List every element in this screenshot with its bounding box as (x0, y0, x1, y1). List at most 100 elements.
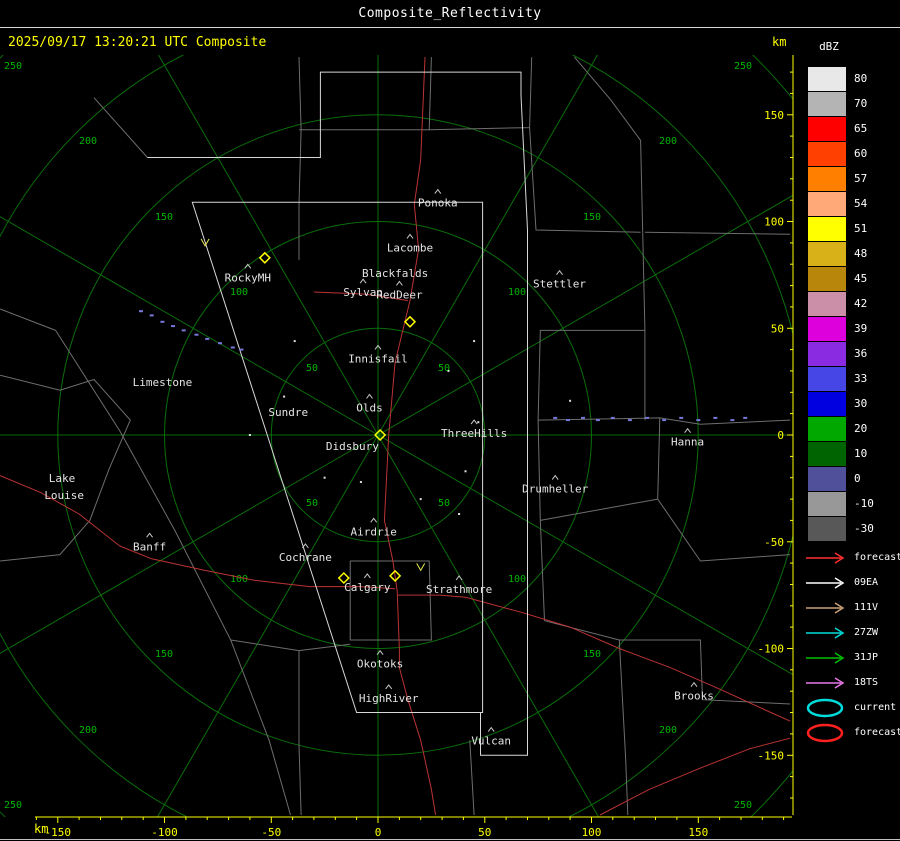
colorbar-row: 20 (808, 416, 874, 441)
county-boundary (230, 639, 351, 652)
range-ring-label: 100 (508, 287, 526, 298)
town-marker (434, 188, 442, 194)
axis-tick-label: -100 (758, 643, 785, 656)
colorbar-value-label: 51 (854, 222, 868, 235)
colorbar-swatch (808, 216, 846, 241)
legend-label: current (854, 702, 897, 713)
range-ring-label: 50 (438, 498, 450, 509)
colorbar-swatch (808, 241, 846, 266)
legend-item: 09EA (804, 570, 900, 595)
county-boundary (349, 560, 432, 641)
clutter-speck (283, 395, 286, 398)
legend-item: 111V (804, 595, 900, 620)
colorbar-row: 33 (808, 366, 874, 391)
city-label: Stettler (533, 278, 586, 291)
colorbar-row: 42 (808, 291, 874, 316)
precip-echo (160, 320, 165, 323)
colorbar-swatch (808, 491, 846, 516)
colorbar-swatch (808, 266, 846, 291)
axis-tick-label: -150 (758, 749, 785, 762)
colorbar-value-label: 54 (854, 197, 868, 210)
town-marker (363, 573, 371, 579)
colorbar-row: 54 (808, 191, 874, 216)
title-divider (0, 27, 900, 28)
precip-echo (171, 325, 175, 328)
colorbar-value-label: 0 (854, 472, 861, 485)
colorbar-row: 30 (808, 391, 874, 416)
clutter-speck (569, 399, 572, 402)
radial-grid-line (156, 434, 379, 817)
legend: forecast 09EA 111V 27ZW 31JP 18TS current forec… (804, 545, 900, 745)
colorbar-swatch (808, 191, 846, 216)
precip-echo (662, 419, 667, 422)
radar-site-marker (403, 315, 417, 328)
colorbar-row: 57 (808, 166, 874, 191)
clutter-speck (323, 476, 326, 479)
city-label: Brooks (674, 690, 714, 703)
city-label: Lake (49, 472, 76, 485)
colorbar-swatch (808, 116, 846, 141)
legend-ellipse-icon (806, 698, 844, 717)
colorbar-value-label: 70 (854, 97, 868, 110)
axis-tick-label: -50 (261, 826, 281, 839)
radar-map: 50 50 50 50 100 100 100 100 150 150 150 150 200 200 20… (0, 55, 793, 817)
town-marker (406, 233, 414, 239)
range-ring-label: 200 (659, 136, 677, 147)
colorbar-value-label: 33 (854, 372, 868, 385)
county-boundary (537, 329, 645, 421)
colorbar: 80 70 65 60 57 54 51 48 45 42 39 36 33 30 20 10 0 -10 -30 (808, 66, 874, 541)
county-boundary (544, 620, 791, 705)
axis-tick-label: 150 (764, 109, 784, 122)
clutter-speck (473, 340, 476, 343)
bottom-axis-unit-label: km (34, 822, 49, 836)
city-label: Vulcan (471, 735, 511, 748)
clutter-speck (458, 513, 461, 515)
axis-tick-label: 0 (375, 826, 382, 839)
city-label: Limestone (133, 376, 193, 389)
colorbar-value-label: 39 (854, 322, 868, 335)
legend-arrow-icon (806, 676, 845, 689)
colorbar-swatch (808, 316, 846, 341)
colorbar-swatch (808, 166, 846, 191)
county-boundary (618, 639, 629, 816)
precip-echo (645, 416, 649, 419)
colorbar-value-label: 60 (854, 147, 868, 160)
county-boundary (540, 498, 658, 521)
range-ring-label: 250 (734, 61, 752, 72)
town-marker (556, 269, 563, 275)
county-boundary (299, 57, 432, 131)
clutter-speck (477, 421, 480, 424)
clutter-speck (359, 481, 362, 483)
precip-echo (743, 416, 748, 419)
county-boundary (298, 57, 302, 260)
range-ring-label: 100 (508, 574, 526, 585)
legend-item: 18TS (804, 670, 900, 695)
timestamp: 2025/09/17 13:20:21 UTC Composite (8, 35, 267, 50)
ellipse-shape (806, 723, 844, 742)
town-marker (302, 543, 309, 549)
axis-tick-label: 100 (582, 826, 602, 839)
axis-tick-label: 50 (771, 322, 784, 335)
range-ring-label: 200 (659, 725, 677, 736)
range-ring-label: 50 (306, 498, 318, 509)
range-ring-label: 150 (155, 649, 173, 660)
radial-grid-line (377, 434, 793, 676)
axis-tick-label: 100 (764, 216, 784, 229)
colorbar-value-label: 42 (854, 297, 868, 310)
colorbar-value-label: -30 (854, 522, 874, 535)
right-axis-unit-label: km (772, 35, 787, 49)
colorbar-row: 60 (808, 141, 874, 166)
precip-echo (553, 416, 558, 419)
precip-echo (713, 416, 718, 419)
radar-app-window: Composite_Reflectivity 2025/09/17 13:20:… (0, 0, 900, 841)
precip-echo (139, 310, 143, 313)
colorbar-swatch (808, 516, 846, 541)
city-label: Calgary (344, 581, 391, 594)
legend-label: 27ZW (854, 627, 879, 638)
clutter-speck (419, 498, 422, 501)
colorbar-swatch (808, 441, 846, 466)
town-marker (551, 474, 559, 480)
colorbar-row: 39 (808, 316, 874, 341)
colorbar-row: 51 (808, 216, 874, 241)
velocity-marker (416, 563, 426, 572)
